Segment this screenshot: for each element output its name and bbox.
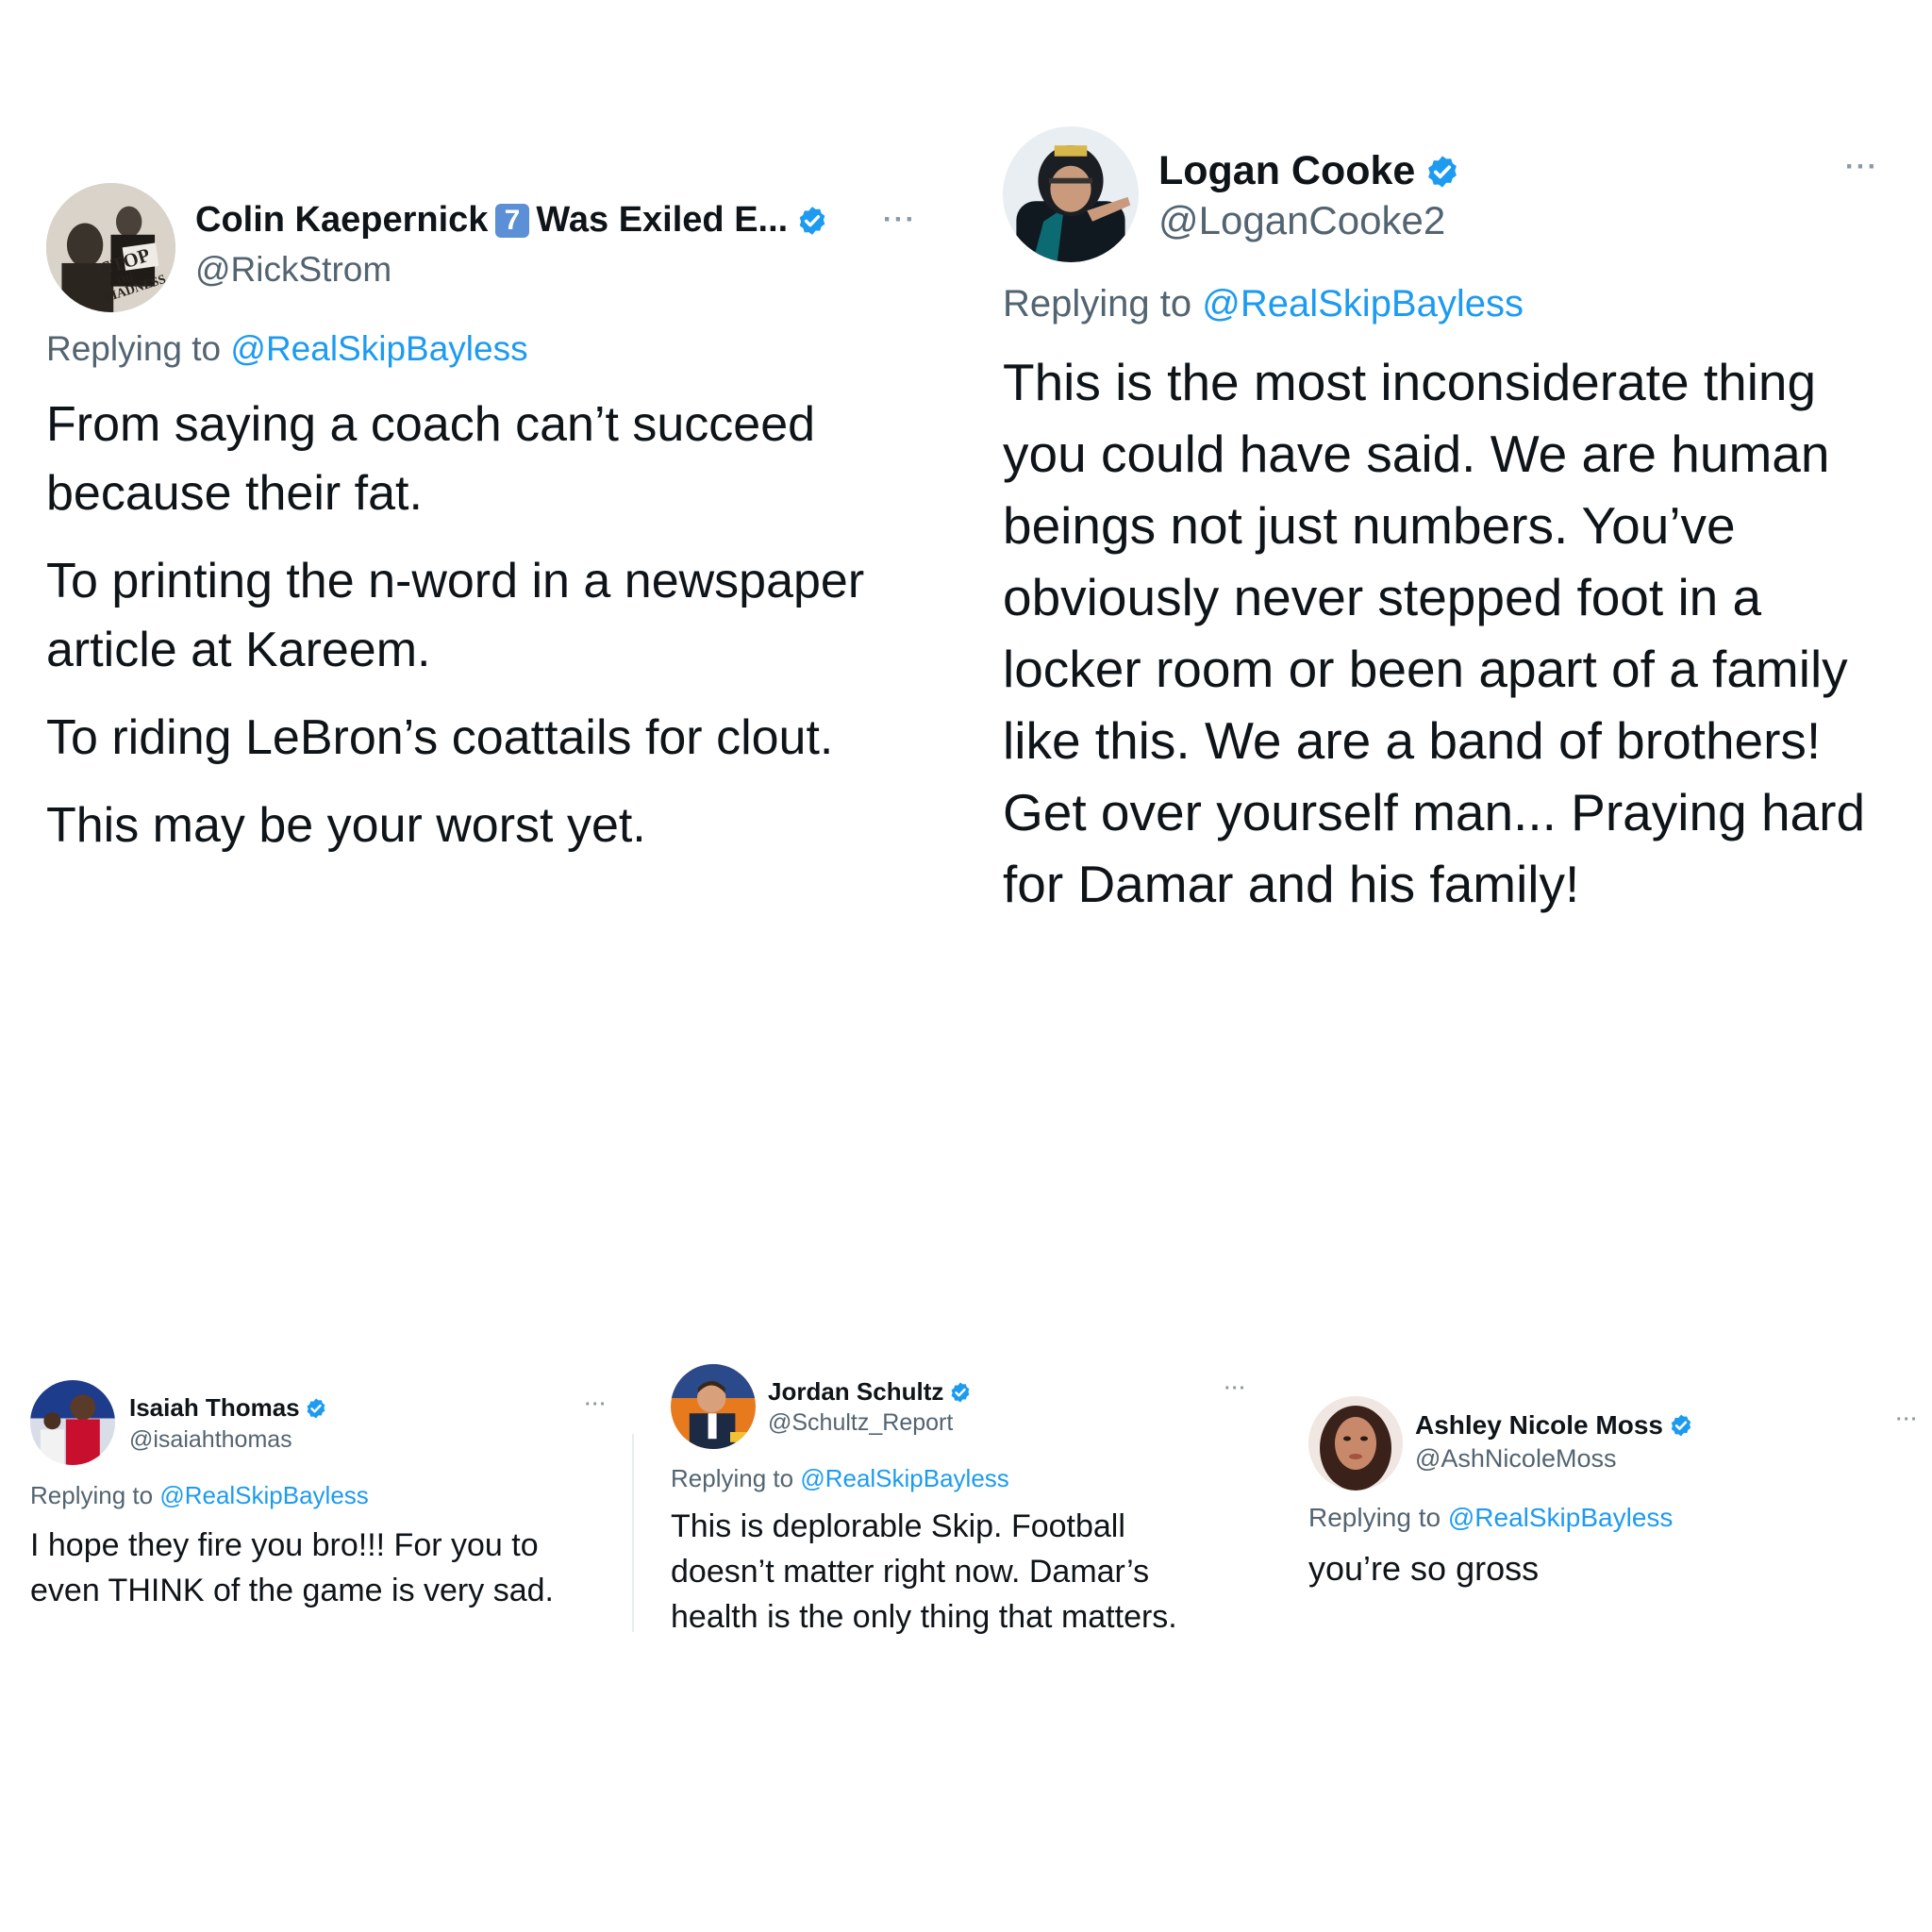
- more-dots-icon[interactable]: ···: [883, 204, 916, 236]
- verified-badge-icon: [796, 205, 828, 237]
- user-display-name[interactable]: Jordan Schultz: [768, 1377, 943, 1407]
- reply-mention-link[interactable]: @RealSkipBayless: [1202, 283, 1524, 325]
- avatar-photo-icon: [1308, 1396, 1403, 1491]
- verified-badge-icon: [305, 1397, 327, 1420]
- avatar-photo-icon: [30, 1380, 115, 1465]
- replying-to-line: Replying to @RealSkipBayless: [46, 329, 528, 369]
- column-divider: [632, 1434, 634, 1632]
- reply-mention-link[interactable]: @RealSkipBayless: [159, 1481, 368, 1509]
- replying-to-label: Replying to: [30, 1481, 154, 1509]
- tweet-text: you’re so gross: [1308, 1549, 1540, 1588]
- user-name-row[interactable]: Jordan Schultz: [768, 1377, 972, 1407]
- verified-badge-icon: [1669, 1413, 1693, 1438]
- replying-to-line: Replying to @RealSkipBayless: [30, 1481, 369, 1510]
- reply-mention-link[interactable]: @RealSkipBayless: [1448, 1503, 1674, 1532]
- user-display-name[interactable]: Colin Kaepernick: [195, 200, 488, 241]
- user-handle[interactable]: @LoganCooke2: [1158, 198, 1445, 243]
- avatar-isaiahthomas[interactable]: [30, 1380, 115, 1465]
- more-dots-icon[interactable]: ···: [1896, 1409, 1919, 1431]
- user-display-name[interactable]: Logan Cooke: [1158, 148, 1415, 194]
- verified-badge-icon: [1424, 154, 1460, 190]
- reply-mention-link[interactable]: @RealSkipBayless: [230, 329, 527, 368]
- user-display-name[interactable]: Ashley Nicole Moss: [1415, 1410, 1663, 1441]
- tweet-paragraph: This may be your worst yet.: [46, 798, 646, 853]
- avatar-photo-icon: [671, 1364, 756, 1449]
- replying-to-line: Replying to @RealSkipBayless: [671, 1464, 1009, 1493]
- user-name-row[interactable]: Isaiah Thomas: [129, 1393, 327, 1423]
- replying-to-label: Replying to: [671, 1464, 794, 1492]
- user-handle[interactable]: @RickStrom: [195, 250, 391, 290]
- user-name-row[interactable]: Logan Cooke: [1158, 148, 1460, 194]
- tweet-text: This is deplorable Skip. Football doesn’…: [671, 1508, 1177, 1635]
- user-display-name-cont[interactable]: Was Exiled E...: [536, 200, 788, 241]
- user-handle[interactable]: @AshNicoleMoss: [1415, 1444, 1616, 1474]
- avatar-logancooke[interactable]: [1003, 126, 1139, 262]
- avatar-photo-icon: STOP THE MADNESS: [46, 183, 175, 312]
- avatar-ashnicolemoss[interactable]: [1308, 1396, 1403, 1491]
- avatar-rickstrom[interactable]: STOP THE MADNESS: [46, 183, 175, 312]
- avatar-photo-icon: [1003, 126, 1139, 262]
- more-dots-icon[interactable]: ···: [1845, 151, 1878, 183]
- avatar-jordanschultz[interactable]: [671, 1364, 756, 1449]
- tweet-text: This is the most inconsiderate thing you…: [1003, 353, 1866, 913]
- user-name-row[interactable]: Ashley Nicole Moss: [1415, 1410, 1693, 1441]
- tweet-paragraph: From saying a coach can’t succeed becaus…: [46, 397, 816, 521]
- replying-to-line: Replying to @RealSkipBayless: [1308, 1503, 1673, 1533]
- keycap-seven-icon: 7: [494, 203, 529, 238]
- replying-to-line: Replying to @RealSkipBayless: [1003, 283, 1524, 325]
- replying-to-label: Replying to: [1003, 283, 1192, 325]
- more-dots-icon[interactable]: ···: [1224, 1378, 1247, 1400]
- more-dots-icon[interactable]: ···: [585, 1394, 608, 1416]
- user-handle[interactable]: @isaiahthomas: [129, 1426, 292, 1454]
- verified-badge-icon: [949, 1381, 972, 1404]
- reply-mention-link[interactable]: @RealSkipBayless: [800, 1464, 1008, 1492]
- user-handle[interactable]: @Schultz_Report: [768, 1409, 953, 1437]
- tweet-text: I hope they fire you bro!!! For you to e…: [30, 1527, 554, 1608]
- replying-to-label: Replying to: [46, 329, 222, 368]
- replying-to-label: Replying to: [1308, 1503, 1441, 1532]
- tweet-text: From saying a coach can’t succeed becaus…: [46, 391, 952, 860]
- user-display-name[interactable]: Isaiah Thomas: [129, 1393, 300, 1423]
- user-name-row[interactable]: Colin Kaepernick 7 Was Exiled E...: [195, 200, 828, 241]
- tweet-paragraph: To printing the n-word in a newspaper ar…: [46, 554, 865, 677]
- tweet-paragraph: To riding LeBron’s coattails for clout.: [46, 710, 834, 765]
